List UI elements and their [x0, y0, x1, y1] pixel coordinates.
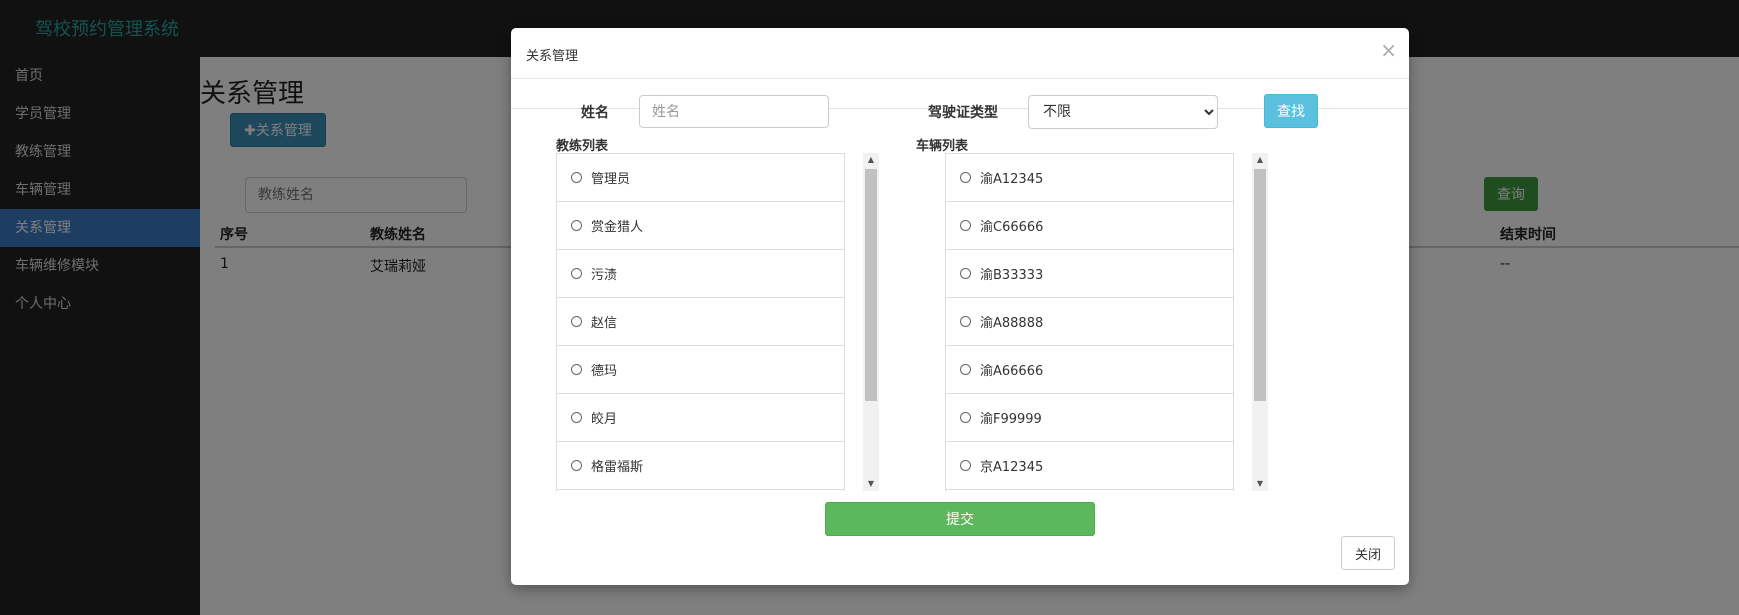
coach-list-label: 教练列表: [556, 139, 609, 154]
modal-title: 关系管理: [526, 49, 579, 64]
coach-option-label: 赵信: [591, 316, 618, 331]
radio-icon[interactable]: [571, 364, 582, 375]
close-button[interactable]: 关闭: [1341, 536, 1395, 570]
find-button[interactable]: 查找: [1264, 94, 1318, 128]
car-option-label: 渝A88888: [980, 316, 1044, 331]
car-option-label: 渝A12345: [980, 172, 1044, 187]
car-list: 渝A12345 渝C66666 渝B33333 渝A88888 渝A66666 …: [945, 153, 1234, 491]
car-option-label: 渝B33333: [980, 268, 1044, 283]
coach-option[interactable]: 管理员: [557, 154, 844, 202]
scroll-down-arrow-icon[interactable]: ▼: [863, 477, 879, 491]
coach-option-label: 格雷福斯: [591, 460, 644, 475]
scrollbar-thumb[interactable]: [1254, 169, 1266, 401]
coach-option[interactable]: 德玛: [557, 346, 844, 394]
radio-icon[interactable]: [960, 412, 971, 423]
scroll-up-arrow-icon[interactable]: ▲: [863, 153, 879, 167]
coach-option-label: 赏金猎人: [591, 220, 644, 235]
radio-icon[interactable]: [571, 412, 582, 423]
relation-modal: 关系管理 × 姓名 驾驶证类型 不限 查找 教练列表 管理员 赏金猎人 污渍 赵…: [511, 28, 1409, 585]
radio-icon[interactable]: [571, 220, 582, 231]
radio-icon[interactable]: [960, 460, 971, 471]
coach-option[interactable]: 污渍: [557, 250, 844, 298]
car-option[interactable]: 渝A12345: [946, 154, 1233, 202]
coach-option[interactable]: 赏金猎人: [557, 202, 844, 250]
scrollbar-thumb[interactable]: [865, 169, 877, 401]
car-option[interactable]: 渝B33333: [946, 250, 1233, 298]
car-list-label: 车辆列表: [916, 139, 969, 154]
car-list-scrollbar[interactable]: ▲ ▼: [1252, 153, 1268, 491]
car-option[interactable]: 渝A66666: [946, 346, 1233, 394]
coach-list: 管理员 赏金猎人 污渍 赵信 德玛 皎月 格雷福斯: [556, 153, 845, 491]
car-option[interactable]: 渝A88888: [946, 298, 1233, 346]
radio-icon[interactable]: [960, 364, 971, 375]
radio-icon[interactable]: [571, 268, 582, 279]
radio-icon[interactable]: [960, 172, 971, 183]
radio-icon[interactable]: [571, 172, 582, 183]
coach-option[interactable]: 皎月: [557, 394, 844, 442]
name-input[interactable]: [639, 95, 829, 128]
radio-icon[interactable]: [960, 220, 971, 231]
car-option-label: 渝F99999: [980, 412, 1042, 427]
license-type-select[interactable]: 不限: [1028, 95, 1218, 129]
modal-header: 关系管理 ×: [511, 28, 1409, 79]
radio-icon[interactable]: [960, 268, 971, 279]
coach-option-label: 污渍: [591, 268, 618, 283]
coach-option[interactable]: 赵信: [557, 298, 844, 346]
submit-button[interactable]: 提交: [825, 502, 1095, 536]
close-icon[interactable]: ×: [1380, 38, 1397, 62]
radio-icon[interactable]: [571, 460, 582, 471]
scroll-down-arrow-icon[interactable]: ▼: [1252, 477, 1268, 491]
coach-list-scrollbar[interactable]: ▲ ▼: [863, 153, 879, 491]
car-option-label: 渝A66666: [980, 364, 1044, 379]
coach-option-label: 皎月: [591, 412, 618, 427]
license-type-label: 驾驶证类型: [928, 105, 998, 121]
coach-option-label: 德玛: [591, 364, 618, 379]
car-option[interactable]: 渝F99999: [946, 394, 1233, 442]
car-option[interactable]: 渝C66666: [946, 202, 1233, 250]
radio-icon[interactable]: [571, 316, 582, 327]
radio-icon[interactable]: [960, 316, 971, 327]
name-label: 姓名: [581, 105, 609, 121]
car-option-label: 京A12345: [980, 460, 1044, 475]
coach-option[interactable]: 格雷福斯: [557, 442, 844, 490]
scroll-up-arrow-icon[interactable]: ▲: [1252, 153, 1268, 167]
coach-option-label: 管理员: [591, 172, 631, 187]
car-option[interactable]: 京A12345: [946, 442, 1233, 490]
car-option-label: 渝C66666: [980, 220, 1044, 235]
